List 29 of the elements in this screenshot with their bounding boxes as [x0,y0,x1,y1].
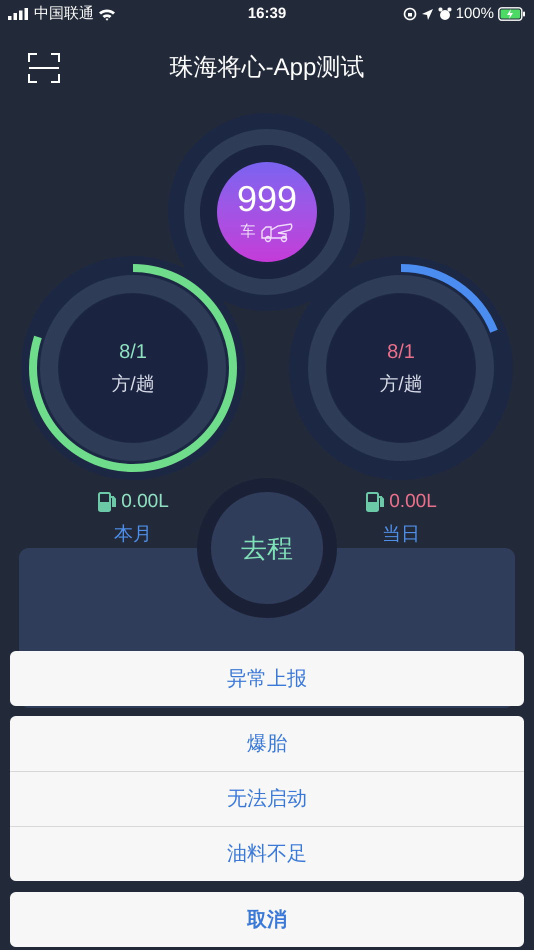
carrier-name: 中国联通 [34,4,94,24]
sheet-option[interactable]: 无法启动 [10,771,524,826]
sheet-option[interactable]: 油料不足 [10,826,524,881]
location-arrow-icon [420,8,434,20]
period-label: 当日 [382,522,420,546]
cancel-button[interactable]: 取消 [10,892,524,947]
battery-charging-icon [498,7,526,21]
trip-ratio: 8/1 [387,340,415,365]
truck-icon [260,221,294,243]
fuel-pump-icon [365,491,386,514]
fuel-amount: 0.00L [389,490,437,514]
scan-icon[interactable] [28,53,60,83]
rotation-lock-icon [402,7,417,21]
unit-label: 方/趟 [111,372,155,397]
trip-ratio: 8/1 [119,340,147,365]
clock: 16:39 [248,4,286,24]
unit-label: 方/趟 [379,372,423,397]
fuel-pump-icon [97,491,118,514]
sheet-title: 异常上报 [10,651,524,706]
wifi-icon [98,8,116,20]
period-label: 本月 [114,522,152,546]
vehicle-unit: 车 [240,222,256,242]
trip-button[interactable]: 去程 [197,478,337,618]
battery-percent: 100% [456,4,494,24]
sheet-option[interactable]: 爆胎 [10,716,524,771]
page-title: 珠海将心-App测试 [168,53,366,83]
fuel-amount: 0.00L [121,490,169,514]
vehicle-count: 999 [236,180,298,217]
signal-icon [8,8,30,20]
